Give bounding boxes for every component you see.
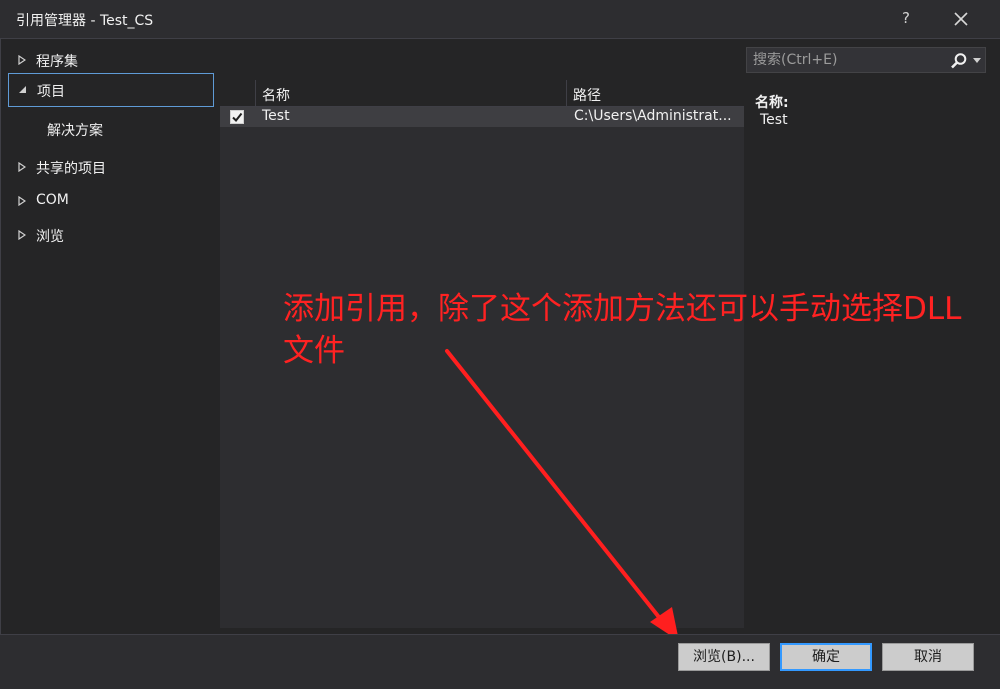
tree-item-label: 解决方案 [47,123,103,139]
reference-path: C:\Users\Administrat... [574,108,732,124]
chevron-down-icon[interactable] [973,58,981,63]
tree-item-label: 浏览 [36,229,64,245]
list-header: 名称 路径 [220,80,744,107]
search-icon[interactable] [950,52,968,70]
column-separator[interactable] [566,80,567,106]
tree-item-label: 项目 [37,84,65,100]
reference-category-tree: 程序集 项目 解决方案 共享的项目 COM 浏览 [8,44,216,632]
reference-name: Test [262,108,290,124]
tree-item-shared-projects[interactable]: 共享的项目 [8,151,214,183]
tree-item-projects[interactable]: 项目 [8,73,214,107]
tree-item-browse[interactable]: 浏览 [8,219,214,251]
close-icon [954,12,968,26]
cancel-button[interactable]: 取消 [882,643,974,671]
expand-arrow-icon[interactable] [18,162,26,172]
window-frame [0,38,1,688]
column-header-path[interactable]: 路径 [573,85,601,105]
window-title: 引用管理器 - Test_CS [16,13,154,29]
column-separator[interactable] [255,80,256,106]
annotation-text: 添加引用，除了这个添加方法还可以手动选择DLL文件 [283,291,962,369]
tree-item-label: 共享的项目 [36,161,106,177]
tree-item-label: 程序集 [36,54,78,70]
title-bar: 引用管理器 - Test_CS ? [0,0,1000,39]
search-box [746,47,986,73]
collapse-arrow-icon[interactable] [18,85,27,94]
reference-checkbox[interactable] [230,110,244,124]
tree-item-solution[interactable]: 解决方案 [8,113,214,145]
details-name-value: Test [760,112,788,128]
tree-item-com[interactable]: COM [8,185,214,217]
details-name-label: 名称: [755,95,789,111]
tree-item-assemblies[interactable]: 程序集 [8,44,214,76]
browse-button[interactable]: 浏览(B)... [678,643,770,671]
ok-button[interactable]: 确定 [780,643,872,671]
tree-item-label: COM [36,192,69,208]
help-button[interactable]: ? [896,9,916,27]
expand-arrow-icon[interactable] [18,196,26,206]
table-row[interactable]: Test C:\Users\Administrat... [220,107,744,127]
search-input[interactable] [753,51,943,69]
column-header-name[interactable]: 名称 [262,85,290,105]
expand-arrow-icon[interactable] [18,55,26,65]
expand-arrow-icon[interactable] [18,230,26,240]
checkmark-icon [232,112,243,123]
close-button[interactable] [950,8,972,30]
